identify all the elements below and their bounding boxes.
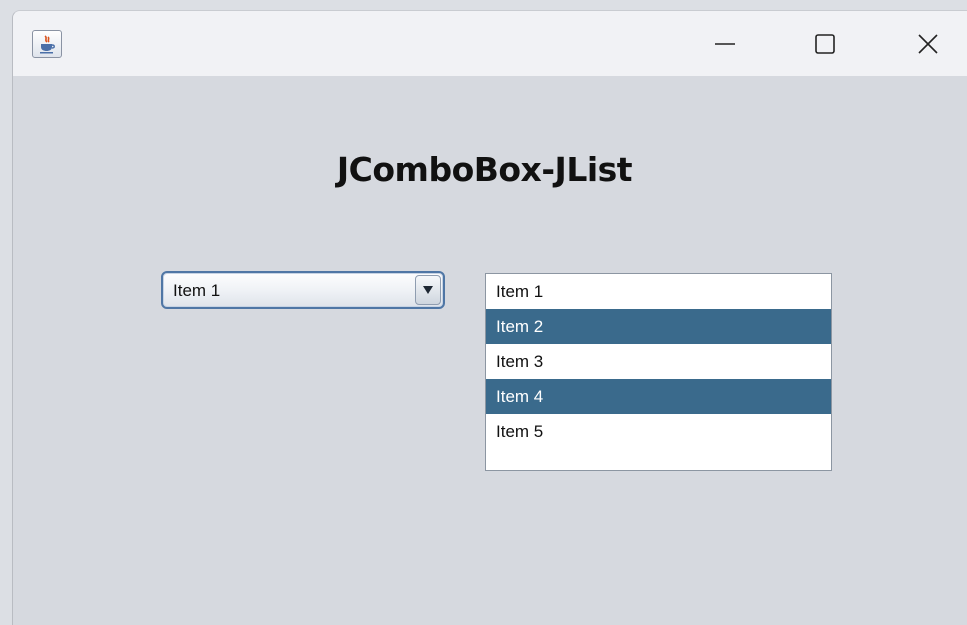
minimize-icon — [715, 42, 735, 45]
minimize-button[interactable] — [690, 11, 760, 76]
title-bar[interactable] — [13, 11, 967, 76]
list-item[interactable]: Item 2 — [486, 309, 831, 344]
list-item[interactable]: Item 5 — [486, 414, 831, 449]
list-item[interactable]: Item 3 — [486, 344, 831, 379]
combo-dropdown-button[interactable] — [415, 275, 441, 305]
app-window: JComboBox-JList Item 1 Item 1 Item 2 Ite… — [12, 10, 967, 625]
close-icon — [918, 33, 938, 54]
page-title: JComboBox-JList — [336, 150, 633, 189]
item-list[interactable]: Item 1 Item 2 Item 3 Item 4 Item 5 — [485, 273, 832, 471]
maximize-icon — [815, 33, 835, 54]
close-button[interactable] — [893, 11, 963, 76]
list-item[interactable]: Item 4 — [486, 379, 831, 414]
list-item[interactable]: Item 1 — [486, 274, 831, 309]
item-combo-box[interactable]: Item 1 — [161, 271, 445, 309]
triangle-down-icon — [423, 286, 433, 294]
combo-selected-value: Item 1 — [173, 281, 221, 300]
java-cup-icon[interactable] — [32, 30, 62, 58]
maximize-button[interactable] — [790, 11, 860, 76]
